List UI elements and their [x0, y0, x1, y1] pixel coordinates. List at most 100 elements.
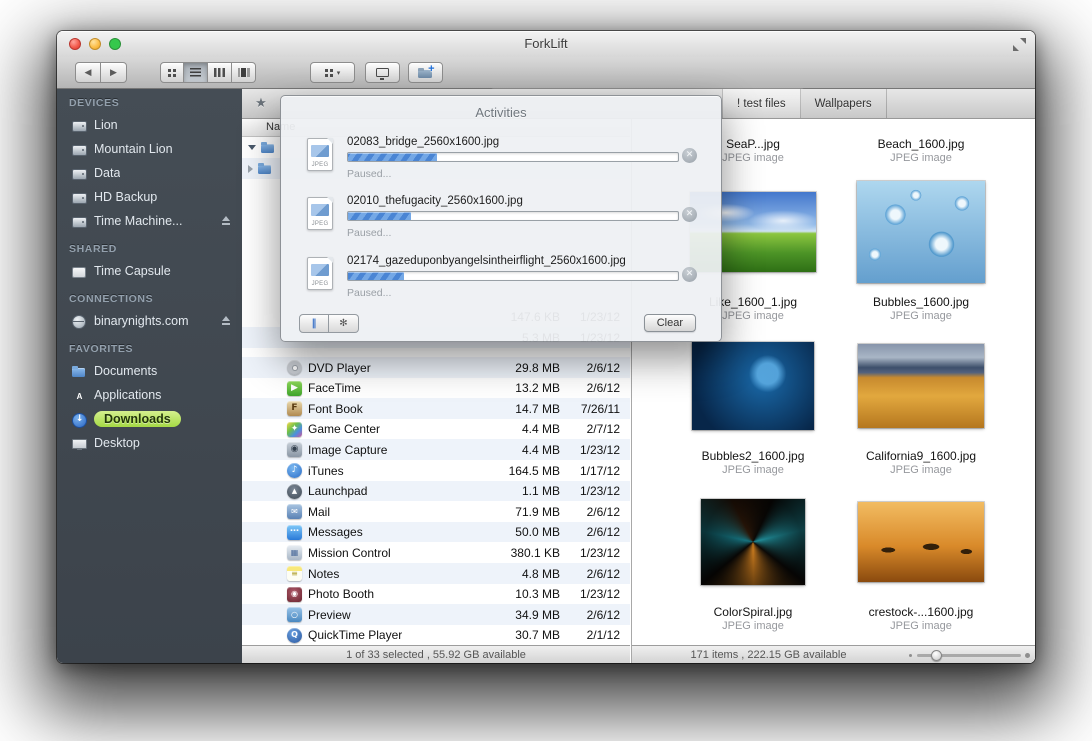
file-date: 2/6/12 [565, 608, 620, 622]
file-row-font-book[interactable]: FFont Book14.7 MB7/26/11 [242, 398, 630, 419]
file-row-mission-control[interactable]: ▦Mission Control380.1 KB1/23/12 [242, 542, 630, 563]
dvd-app-icon [287, 360, 302, 375]
breadcrumb-test-files[interactable]: ! test files [722, 89, 801, 118]
file-row-notes[interactable]: ≡Notes4.8 MB2/6/12 [242, 563, 630, 584]
sidebar-item-label: Time Capsule [94, 264, 171, 278]
file-item-california9-1600-jpg[interactable]: California9_1600.jpgJPEG image [841, 331, 1001, 476]
view-columns-button[interactable] [208, 62, 232, 83]
disclosure-open-icon[interactable] [248, 145, 256, 150]
fullscreen-icon[interactable] [1013, 38, 1026, 51]
favorites-star-button[interactable]: ★ [248, 93, 274, 114]
file-row-quicktime-player[interactable]: QQuickTime Player30.7 MB2/1/12 [242, 625, 630, 645]
activities-title: Activities [281, 105, 721, 120]
zoom-button[interactable] [109, 38, 121, 50]
launchpad-app-icon: ▲ [287, 484, 302, 499]
drive-icon [71, 118, 88, 133]
folder-a-icon: A [71, 388, 88, 403]
new-folder-button[interactable]: + [408, 62, 443, 83]
cancel-task-button[interactable]: ✕ [682, 148, 697, 163]
sidebar-item-hd-backup[interactable]: HD Backup [57, 185, 242, 209]
jpeg-badge: JPEG [308, 221, 332, 227]
image-thumbnail [692, 342, 814, 430]
sync-button[interactable] [365, 62, 400, 83]
file-item-crestock-1600-jpg[interactable]: crestock-...1600.jpgJPEG image [841, 487, 1001, 632]
clear-button[interactable]: Clear [644, 314, 696, 332]
sidebar-item-mountain-lion[interactable]: Mountain Lion [57, 137, 242, 161]
pause-button[interactable]: ‖ [299, 314, 329, 333]
file-size: 29.8 MB [480, 361, 560, 375]
sidebar-item-downloads[interactable]: ↓Downloads [57, 407, 242, 431]
cancel-task-button[interactable]: ✕ [682, 207, 697, 222]
sidebar-item-applications[interactable]: A Applications [57, 383, 242, 407]
file-date: 2/6/12 [565, 525, 620, 539]
eject-button[interactable] [220, 315, 232, 327]
task-progressbar [347, 211, 679, 221]
sidebar-item-label: Applications [94, 388, 161, 402]
thumbnail-area [841, 119, 1001, 129]
sidebar-item-label: Downloads [94, 411, 181, 427]
sidebar-item-lion[interactable]: Lion [57, 113, 242, 137]
file-row-messages[interactable]: …Messages50.0 MB2/6/12 [242, 522, 630, 543]
file-name: DVD Player [308, 361, 371, 375]
activities-popover: Activities JPEG02083_bridge_2560x1600.jp… [280, 95, 722, 342]
image-thumbnail [858, 344, 984, 428]
view-options-menu-button[interactable]: ▾ [310, 62, 355, 83]
title-bar[interactable]: ForkLift [57, 31, 1035, 57]
file-row-launchpad[interactable]: ▲Launchpad1.1 MB1/23/12 [242, 481, 630, 502]
file-name: Game Center [308, 422, 380, 436]
file-name: QuickTime Player [308, 628, 402, 642]
file-item-colorspiral-jpg[interactable]: ColorSpiral.jpgJPEG image [673, 487, 833, 632]
sidebar-item-label: Lion [94, 118, 118, 132]
sidebar-item-documents[interactable]: Documents [57, 359, 242, 383]
file-row-facetime[interactable]: ▶FaceTime13.2 MB2/6/12 [242, 378, 630, 399]
file-row-game-center[interactable]: ✦Game Center4.4 MB2/7/12 [242, 419, 630, 440]
sidebar-item-binarynights-com[interactable]: binarynights.com [57, 309, 242, 333]
file-item-beach-1600-jpg[interactable]: Beach_1600.jpgJPEG image [841, 119, 1001, 164]
sidebar-item-label: Desktop [94, 436, 140, 450]
breadcrumb: ! test files Wallpapers [722, 89, 887, 118]
file-size: 13.2 MB [480, 381, 560, 395]
minimize-button[interactable] [89, 38, 101, 50]
forward-button[interactable]: ▶ [101, 62, 127, 83]
file-item-bubbles2-1600-jpg[interactable]: Bubbles2_1600.jpgJPEG image [673, 331, 833, 476]
zoom-slider-knob[interactable] [931, 650, 942, 661]
file-name: FaceTime [308, 381, 361, 395]
file-row-preview[interactable]: ○Preview34.9 MB2/6/12 [242, 604, 630, 625]
jpeg-badge: JPEG [308, 281, 332, 287]
file-item-bubbles-1600-jpg[interactable]: Bubbles_1600.jpgJPEG image [841, 177, 1001, 322]
view-icons-button[interactable] [160, 62, 184, 83]
thumbnail-area [673, 487, 833, 597]
task-progressbar [347, 271, 679, 281]
task-progress-fill [348, 153, 437, 161]
sidebar-item-time-machine[interactable]: Time Machine... [57, 209, 242, 233]
right-status-bar: 171 items , 222.15 GB available [632, 645, 1035, 663]
file-row-dvd-player[interactable]: DVD Player29.8 MB2/6/12 [242, 357, 630, 378]
coverflow-view-icon [238, 68, 250, 77]
eject-button[interactable] [220, 215, 232, 227]
breadcrumb-wallpapers[interactable]: Wallpapers [801, 89, 887, 118]
view-list-button[interactable] [184, 62, 208, 83]
file-size: 30.7 MB [480, 628, 560, 642]
close-button[interactable] [69, 38, 81, 50]
back-button[interactable]: ◀ [75, 62, 101, 83]
cancel-task-button[interactable]: ✕ [682, 267, 697, 282]
task-filename: 02010_thefugacity_2560x1600.jpg [347, 195, 675, 207]
file-row-itunes[interactable]: ♪iTunes164.5 MB1/17/12 [242, 460, 630, 481]
transfer-task: JPEG02010_thefugacity_2560x1600.jpgPause… [281, 191, 721, 250]
messages-app-icon: … [287, 525, 302, 540]
settings-gear-button[interactable]: ✻ [329, 314, 359, 333]
file-row-mail[interactable]: ✉Mail71.9 MB2/6/12 [242, 501, 630, 522]
missioncontrol-app-icon: ▦ [287, 545, 302, 560]
icon-view-icon [168, 69, 176, 77]
view-coverflow-button[interactable] [232, 62, 256, 83]
sidebar-item-desktop[interactable]: Desktop [57, 431, 242, 455]
file-date: 1/23/12 [565, 443, 620, 457]
file-row-image-capture[interactable]: ◉Image Capture4.4 MB1/23/12 [242, 439, 630, 460]
timecapsule-icon [71, 264, 88, 279]
file-row-photo-booth[interactable]: ◉Photo Booth10.3 MB1/23/12 [242, 584, 630, 605]
sidebar-item-time-capsule[interactable]: Time Capsule [57, 259, 242, 283]
disclosure-closed-icon[interactable] [248, 165, 253, 173]
sidebar-item-data[interactable]: Data [57, 161, 242, 185]
zoom-slider[interactable] [917, 654, 1021, 657]
file-name: California9_1600.jpg [841, 449, 1001, 463]
